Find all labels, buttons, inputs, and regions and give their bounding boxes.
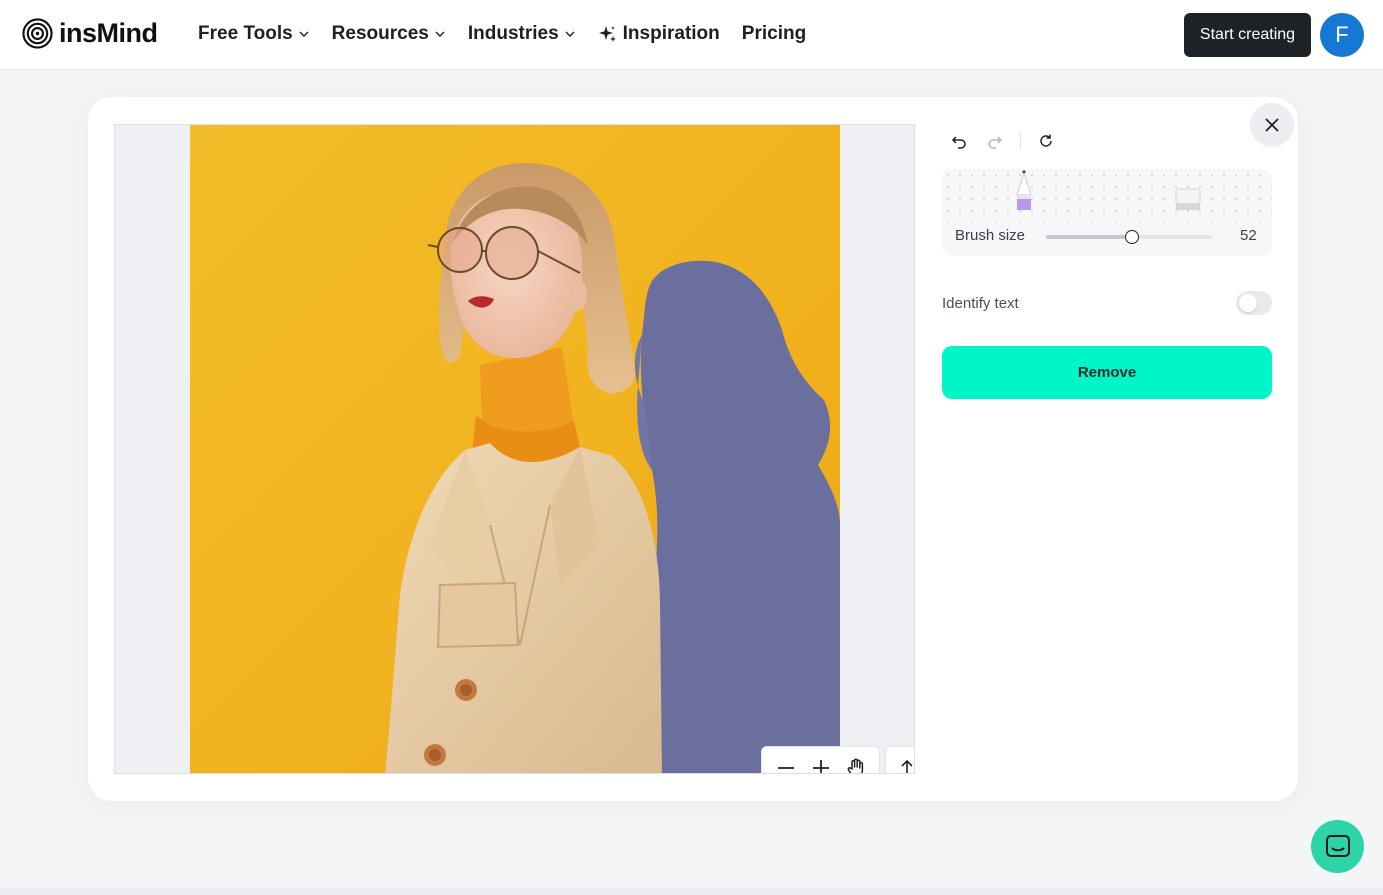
reset-icon — [1040, 134, 1052, 147]
nav-industries[interactable]: Industries — [468, 23, 576, 45]
nav-free-tools[interactable]: Free Tools — [198, 23, 310, 45]
identify-text-toggle[interactable] — [1236, 291, 1272, 315]
logo-icon — [22, 18, 53, 49]
close-icon — [1265, 118, 1279, 132]
logo-text: insMind — [59, 18, 158, 48]
main-nav: Free Tools Resources Industries Inspirat… — [198, 20, 828, 48]
nav-resources-label: Resources — [331, 23, 429, 44]
brush-size-slider[interactable] — [1046, 230, 1212, 244]
close-button[interactable] — [1250, 103, 1294, 147]
remove-button[interactable]: Remove — [942, 346, 1272, 399]
zoom-out-icon — [777, 766, 794, 769]
zoom-in-icon — [812, 759, 829, 773]
chevron-down-icon — [435, 31, 445, 37]
nav-resources[interactable]: Resources — [332, 23, 446, 45]
logo[interactable]: insMind — [22, 18, 158, 49]
edited-photo[interactable] — [190, 125, 840, 774]
nav-free-tools-label: Free Tools — [198, 23, 293, 44]
identify-text-label: Identify text — [942, 295, 1019, 312]
toggle-knob — [1239, 294, 1257, 312]
redo-icon — [988, 136, 1003, 149]
reset-button[interactable] — [1035, 130, 1057, 152]
sparkle-icon — [598, 26, 616, 42]
undo-button[interactable] — [948, 130, 970, 152]
start-creating-button[interactable]: Start creating — [1184, 13, 1311, 57]
pan-button[interactable] — [841, 753, 871, 773]
history-controls — [948, 130, 1071, 152]
zoom-out-button[interactable] — [771, 753, 801, 774]
brush-panel: Brush size 52 — [942, 169, 1272, 256]
undo-icon — [951, 136, 966, 149]
nav-inspiration[interactable]: Inspiration — [598, 23, 720, 45]
nav-industries-label: Industries — [467, 23, 559, 44]
chevron-down-icon — [299, 31, 309, 37]
brush-size-label: Brush size — [955, 227, 1026, 244]
upload-button[interactable] — [885, 746, 914, 773]
upload-icon — [900, 759, 913, 773]
pencil-icon[interactable] — [1012, 169, 1036, 213]
hand-icon — [847, 758, 863, 773]
brush-size-fill — [1046, 235, 1133, 239]
zoom-toolbar — [761, 746, 880, 774]
zoom-in-button[interactable] — [806, 753, 836, 773]
brush-size-thumb[interactable] — [1125, 230, 1140, 244]
redo-button[interactable] — [984, 130, 1006, 152]
eraser-icon[interactable] — [1174, 183, 1202, 213]
canvas-area[interactable] — [114, 124, 915, 774]
avatar[interactable]: F — [1320, 13, 1364, 57]
brush-size-row: Brush size 52 — [942, 223, 1272, 251]
nav-inspiration-label: Inspiration — [622, 23, 720, 44]
chat-button[interactable] — [1311, 820, 1364, 873]
editor-modal: Brush size 52 Identify text Remove — [88, 97, 1298, 801]
nav-pricing[interactable]: Pricing — [742, 23, 806, 45]
nav-pricing-label: Pricing — [741, 23, 807, 44]
brush-size-value: 52 — [1240, 227, 1257, 244]
top-header: insMind Free Tools Resources Industries … — [0, 0, 1383, 70]
page-bottom-edge — [0, 888, 1383, 895]
chat-icon — [1325, 834, 1350, 857]
history-divider — [1020, 133, 1021, 149]
chevron-down-icon — [565, 31, 575, 37]
